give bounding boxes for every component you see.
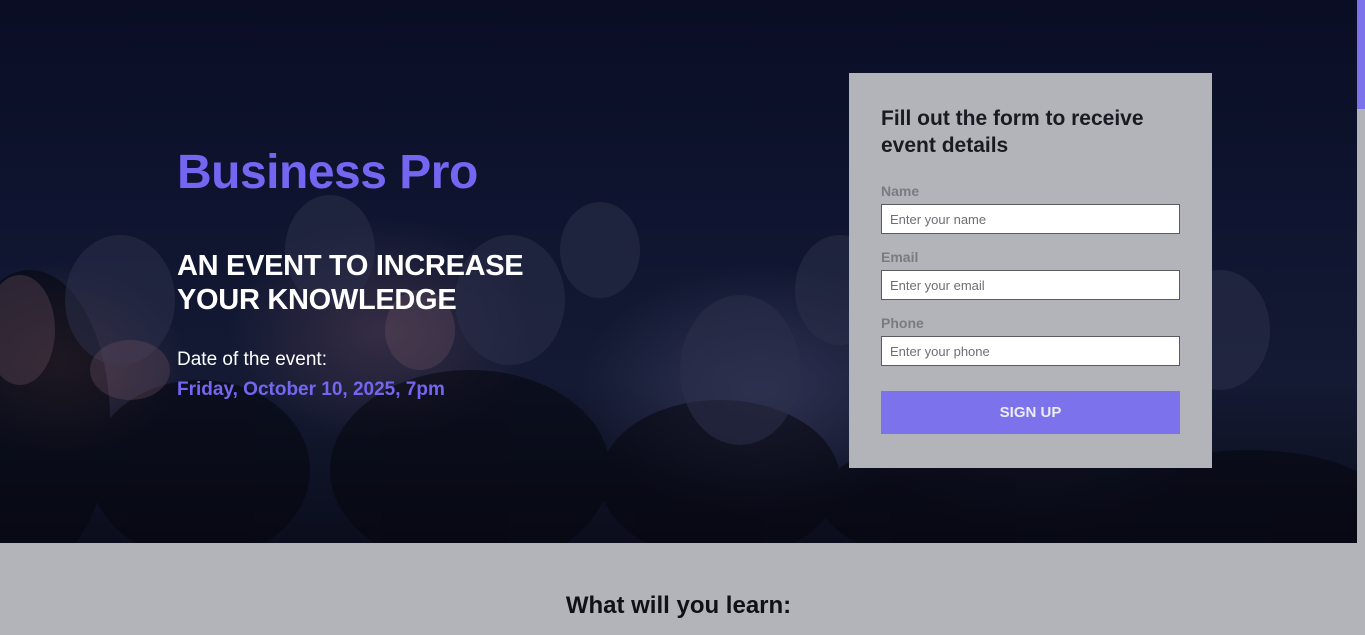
learn-section: What will you learn: [0,543,1357,635]
page-scrollbar[interactable] [1357,0,1365,635]
event-date-value: Friday, October 10, 2025, 7pm [177,379,445,400]
phone-label: Phone [881,315,924,331]
event-date-label: Date of the event: [177,349,327,370]
hero-content: Business Pro AN EVENT TO INCREASE YOUR K… [177,145,597,403]
sign-up-button[interactable]: SIGN UP [881,391,1180,434]
form-title: Fill out the form to receive event detai… [881,107,1144,157]
signup-form: Fill out the form to receive event detai… [849,73,1212,468]
name-input[interactable] [881,204,1180,234]
hero-section: Business Pro AN EVENT TO INCREASE YOUR K… [0,0,1357,543]
email-input[interactable] [881,270,1180,300]
brand-title: Business Pro [177,146,478,199]
email-label: Email [881,249,919,265]
name-label: Name [881,183,920,199]
scrollbar-thumb[interactable] [1357,0,1365,109]
hero-heading-line-2: YOUR KNOWLEDGE [177,284,457,316]
landing-page: Business Pro AN EVENT TO INCREASE YOUR K… [0,0,1365,635]
hero-heading-line-1: AN EVENT TO INCREASE [177,250,524,282]
phone-input[interactable] [881,336,1180,366]
learn-section-title: What will you learn: [565,592,792,619]
hero-heading: AN EVENT TO INCREASE YOUR KNOWLEDGE [177,249,597,317]
